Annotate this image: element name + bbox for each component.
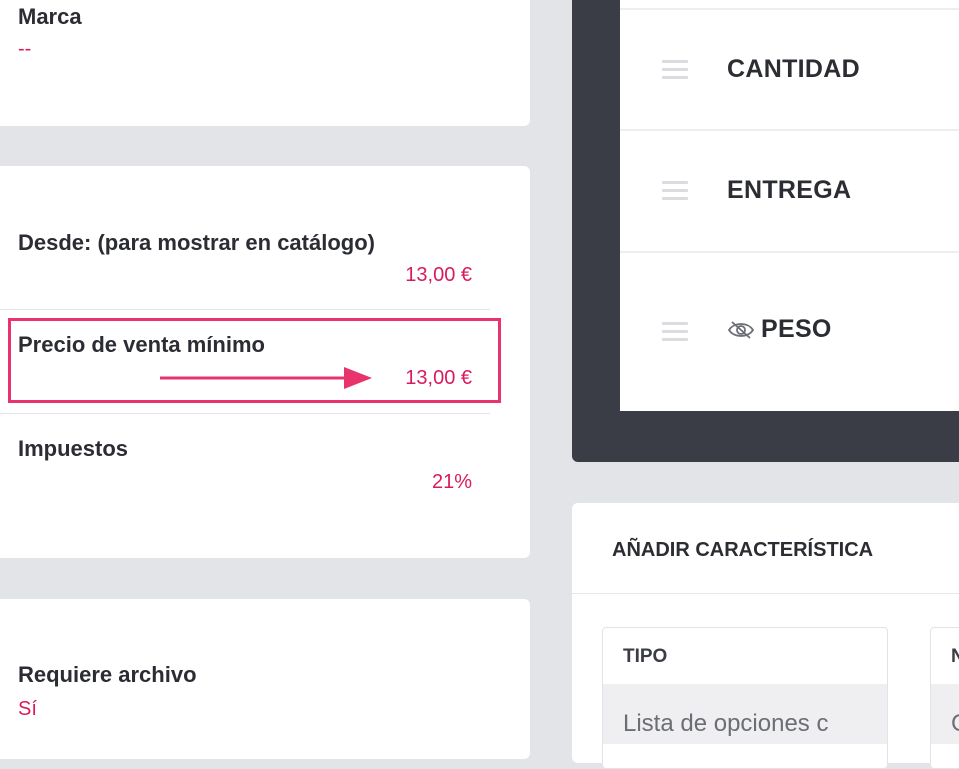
feature-row-peso[interactable]: PESO: [620, 253, 959, 411]
divider: [0, 413, 490, 414]
second-input[interactable]: C: [931, 684, 959, 744]
price-from-value: 13,00 €: [405, 264, 472, 286]
file-label: Requiere archivo: [18, 662, 197, 687]
feature-label-row: PESO: [727, 315, 832, 344]
drag-handle-icon[interactable]: [662, 322, 688, 346]
feature-row-cantidad[interactable]: CANTIDAD: [620, 10, 959, 129]
drag-handle-icon[interactable]: [662, 60, 688, 84]
file-card: Requiere archivo Sí: [0, 599, 530, 759]
feature-row-entrega[interactable]: ENTREGA: [620, 131, 959, 251]
drag-handle-icon[interactable]: [662, 181, 688, 205]
feature-list: CANTIDAD ENTREGA PESO: [620, 0, 959, 411]
add-feature-title: AÑADIR CARACTERÍSTICA: [612, 539, 874, 561]
feature-label: ENTREGA: [727, 176, 852, 204]
second-field-label: N: [951, 646, 959, 668]
price-from-label: Desde: (para mostrar en catálogo): [18, 230, 375, 255]
feature-label: CANTIDAD: [727, 55, 860, 83]
divider: [0, 309, 490, 310]
file-value: Sí: [18, 698, 37, 720]
tax-value: 21%: [431, 471, 472, 493]
brand-label: Marca: [18, 4, 82, 29]
type-field: TIPO Lista de opciones c: [602, 627, 888, 769]
add-feature-card: AÑADIR CARACTERÍSTICA TIPO Lista de opci…: [572, 503, 959, 769]
tax-label: Impuestos: [18, 436, 129, 461]
eye-slash-icon: [727, 321, 755, 340]
type-select[interactable]: Lista de opciones c: [603, 684, 887, 744]
second-field: N C: [930, 627, 959, 769]
feature-label: PESO: [761, 315, 832, 343]
type-select-value: Lista de opciones c: [623, 710, 829, 737]
brand-value: --: [18, 38, 32, 60]
brand-card: Marca --: [0, 0, 530, 126]
divider: [572, 593, 959, 594]
type-field-label: TIPO: [623, 646, 668, 667]
second-input-value: C: [951, 710, 959, 738]
pointer-arrow-icon: [160, 367, 372, 389]
